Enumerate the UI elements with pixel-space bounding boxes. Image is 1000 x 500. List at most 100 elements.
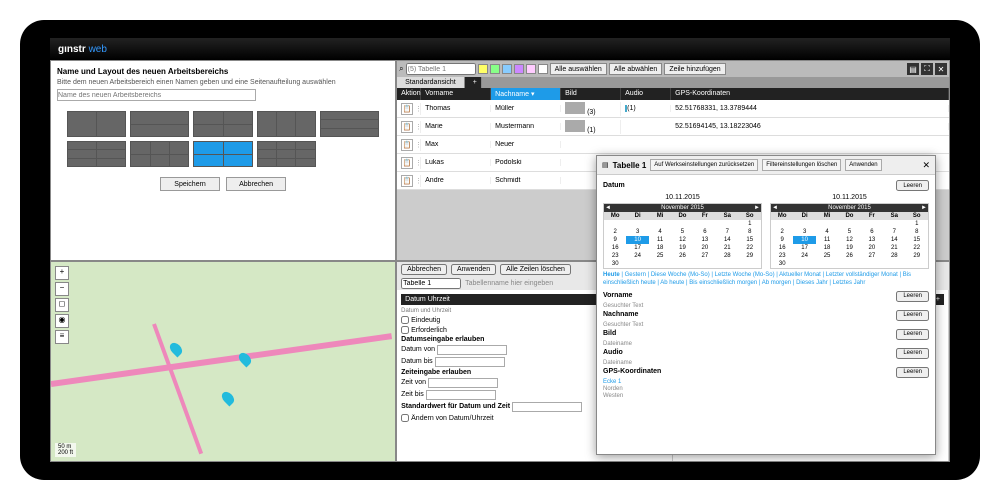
row-action-icon[interactable]: 📋 (401, 139, 413, 151)
leeren-button[interactable]: Leeren (896, 367, 929, 378)
table-header: Aktion Vorname Nachname ▾ Bild Audio GPS… (397, 88, 949, 100)
table-row[interactable]: 📋 ⋮ MaxNeuer (397, 136, 949, 154)
table-row[interactable]: 📋 ⋮ MarieMustermann (1) 52.51694145, 13.… (397, 118, 949, 136)
map-pin[interactable] (220, 390, 237, 407)
tab-add[interactable]: + (465, 77, 482, 88)
leeren-button[interactable]: Leeren (896, 329, 929, 340)
color-swatch[interactable] (538, 64, 548, 74)
screen: gınstr web Name und Layout des neuen Arb… (50, 38, 950, 462)
table-search-input[interactable] (406, 63, 476, 75)
layout-grid (57, 107, 389, 171)
tab-standard[interactable]: Standardansicht (397, 77, 465, 88)
next-month-icon[interactable]: ► (754, 205, 760, 211)
close-icon[interactable]: ✕ (935, 63, 947, 75)
th-aktion[interactable]: Aktion (397, 88, 421, 100)
save-button[interactable]: Speichern (160, 177, 220, 191)
color-swatch[interactable] (502, 64, 512, 74)
col-add-icon[interactable]: + (936, 296, 940, 303)
color-swatch[interactable] (514, 64, 524, 74)
reset-button[interactable]: Auf Werkseinstellungen zurücksetzen (650, 159, 758, 171)
zoom-all-button[interactable]: ◉ (55, 314, 69, 328)
preset-link[interactable]: Letzter vollständiger Monat (826, 272, 898, 278)
prev-month-icon[interactable]: ◄ (772, 205, 778, 211)
zoom-fit-button[interactable]: ◻ (55, 298, 69, 312)
fb-cancel-button[interactable]: Abbrechen (401, 264, 447, 275)
add-row-button[interactable]: Zeile hinzufügen (664, 63, 725, 75)
table-row[interactable]: 📋 ⋮ ThomasMüller (3) (1) 52.51768331, 13… (397, 100, 949, 118)
layout-heading: Name und Layout des neuen Arbeitsbereich… (57, 67, 389, 76)
datum-von-input[interactable] (437, 345, 507, 355)
preset-link[interactable]: Gestern (625, 272, 646, 278)
datum-bis-input[interactable] (435, 357, 505, 367)
layout-option[interactable] (67, 141, 126, 167)
leeren-button[interactable]: Leeren (896, 310, 929, 321)
fb-table-input[interactable] (401, 278, 461, 289)
cb-aendern[interactable] (401, 414, 409, 422)
map-panel[interactable]: + − ◻ ◉ ≡ 50 m200 ft (50, 261, 396, 462)
color-swatch[interactable] (478, 64, 488, 74)
color-swatch[interactable] (526, 64, 536, 74)
fb-apply-button[interactable]: Anwenden (451, 264, 496, 275)
calendar-to[interactable]: ◄November 2015►MoDiMiDoFrSaSo12345678910… (770, 203, 929, 269)
th-vorname[interactable]: Vorname (421, 88, 491, 100)
cb-erforderlich[interactable] (401, 326, 409, 334)
layout-option[interactable] (257, 141, 316, 167)
zeit-von-input[interactable] (428, 378, 498, 388)
layout-option-selected[interactable] (193, 141, 252, 167)
preset-link[interactable]: Dieses Jahr (796, 280, 828, 286)
preset-link[interactable]: Diese Woche (Mo-So) (651, 272, 710, 278)
layout-picker-panel: Name und Layout des neuen Arbeitsbereich… (50, 60, 396, 261)
layers-button[interactable]: ≡ (55, 330, 69, 344)
zoom-in-button[interactable]: + (55, 266, 69, 280)
preset-link[interactable]: Bis einschließlich morgen (689, 280, 757, 286)
cancel-button[interactable]: Abbrechen (226, 177, 286, 191)
select-all-button[interactable]: Alle auswählen (550, 63, 607, 75)
filter-icon: ▤ (602, 161, 609, 169)
leeren-button[interactable]: Leeren (896, 180, 929, 191)
map-pin[interactable] (168, 340, 185, 357)
layout-option[interactable] (320, 111, 379, 137)
deselect-all-button[interactable]: Alle abwählen (609, 63, 663, 75)
workspace-name-input[interactable] (57, 89, 256, 101)
expand-icon[interactable]: ⛶ (921, 63, 933, 75)
layout-option[interactable] (130, 141, 189, 167)
layout-option[interactable] (257, 111, 316, 137)
zoom-out-button[interactable]: − (55, 282, 69, 296)
next-month-icon[interactable]: ► (921, 205, 927, 211)
preset-link[interactable]: Ab morgen (762, 280, 791, 286)
apply-filter-button[interactable]: Anwenden (845, 159, 881, 171)
preset-link[interactable]: Ab heute (660, 280, 684, 286)
row-action-icon[interactable]: 📋 (401, 175, 413, 187)
table-toolbar: ⌕ Alle auswählen Alle abwählen Zeile hin… (397, 61, 949, 77)
preset-link[interactable]: Letztes Jahr (833, 280, 866, 286)
color-swatch[interactable] (490, 64, 500, 74)
row-action-icon[interactable]: 📋 (401, 121, 413, 133)
layout-option[interactable] (130, 111, 189, 137)
th-audio[interactable]: Audio (621, 88, 671, 100)
th-gps[interactable]: GPS-Koordinaten (671, 88, 949, 100)
clear-filter-button[interactable]: Filtereinstellungen löschen (762, 159, 841, 171)
cb-eindeutig[interactable] (401, 316, 409, 324)
preset-link[interactable]: Letzte Woche (Mo-So) (715, 272, 775, 278)
preset-link[interactable]: Heute (603, 272, 620, 278)
filter-icon[interactable]: ▤ (907, 63, 919, 75)
speaker-icon[interactable] (625, 105, 627, 112)
layout-option[interactable] (193, 111, 252, 137)
prev-month-icon[interactable]: ◄ (605, 205, 611, 211)
fb-clear-button[interactable]: Alle Zeilen löschen (500, 264, 571, 275)
calendar-from[interactable]: ◄November 2015►MoDiMiDoFrSaSo12345678910… (603, 203, 762, 269)
th-nachname[interactable]: Nachname ▾ (491, 88, 561, 100)
close-icon[interactable]: ✕ (922, 160, 930, 171)
preset-link[interactable]: Aktueller Monat (779, 272, 821, 278)
leeren-button[interactable]: Leeren (896, 291, 929, 302)
standard-input[interactable] (512, 402, 582, 412)
zeit-bis-input[interactable] (426, 390, 496, 400)
leeren-button[interactable]: Leeren (896, 348, 929, 359)
row-action-icon[interactable]: 📋 (401, 103, 413, 115)
row-action-icon[interactable]: 📋 (401, 157, 413, 169)
th-bild[interactable]: Bild (561, 88, 621, 100)
date-from[interactable]: 10.11.2015 (603, 192, 762, 203)
date-to[interactable]: 10.11.2015 (770, 192, 929, 203)
fb-tabname-label: Tabellenname hier eingeben (465, 280, 553, 287)
layout-option[interactable] (67, 111, 126, 137)
